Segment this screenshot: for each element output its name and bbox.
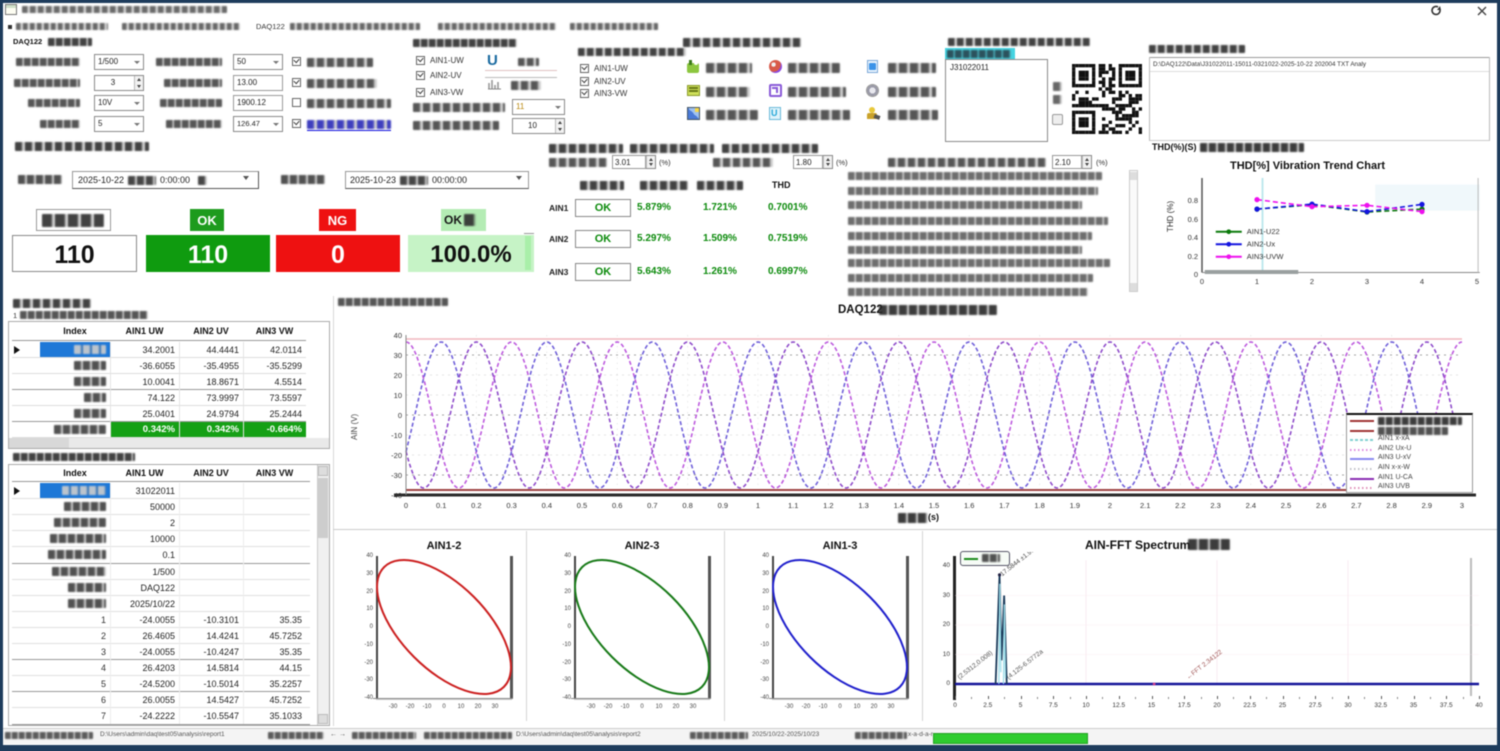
svg-text:←FFT 2.34122: ←FFT 2.34122 — [1185, 649, 1224, 682]
svg-text:AIN3-UVW: AIN3-UVW — [1247, 252, 1285, 261]
svg-text:AIN1-U22: AIN1-U22 — [1247, 227, 1280, 236]
svg-text:AIN2-Ux: AIN2-Ux — [1247, 240, 1276, 249]
svg-text:(4.125-6.5772a: (4.125-6.5772a — [1006, 648, 1045, 681]
